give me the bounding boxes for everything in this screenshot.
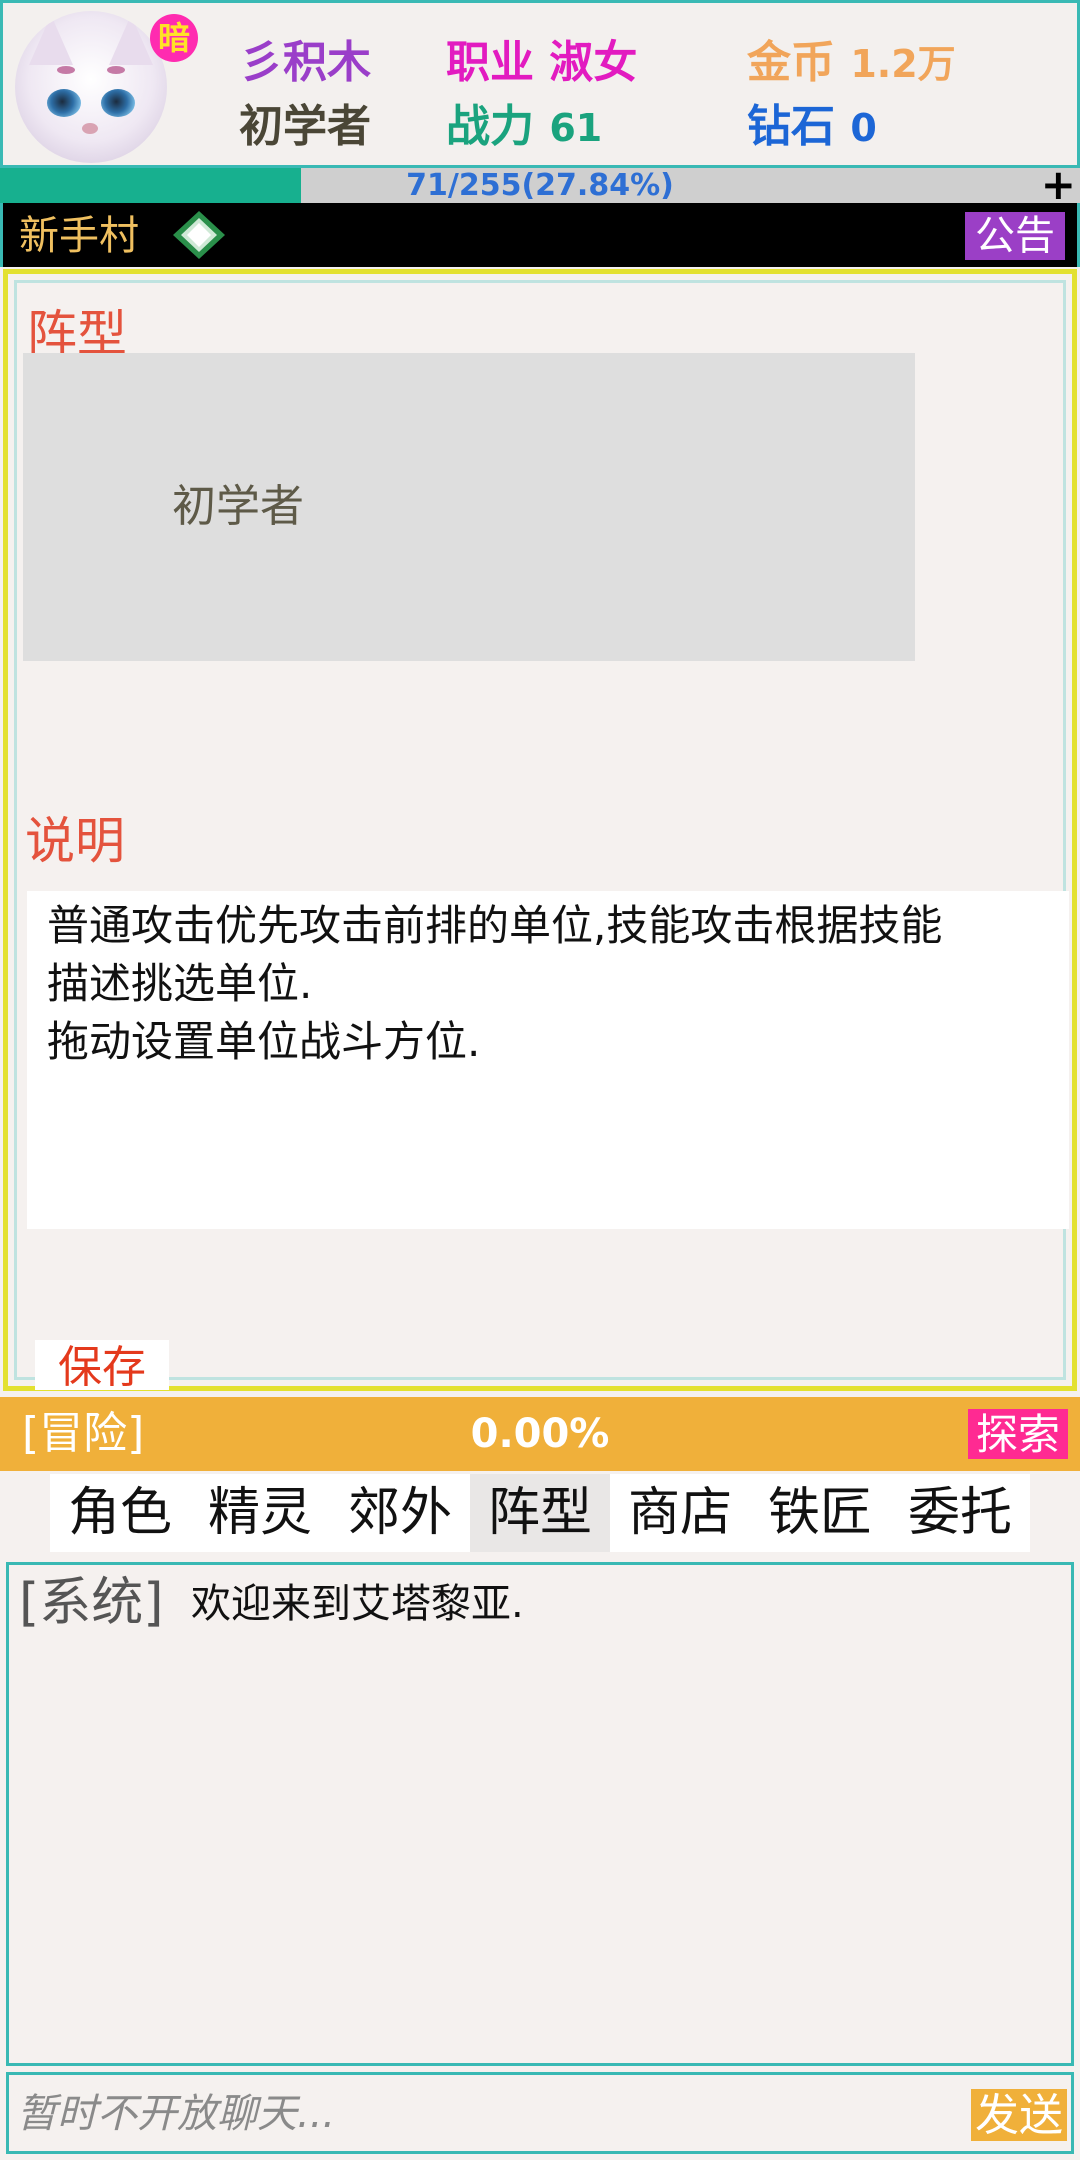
formation-slot-3-1[interactable] xyxy=(405,533,915,601)
formation-panel: 阵型 初学者 说明 普通攻击优先攻击前排的单位,技能攻击根据技能 描述挑选单位.… xyxy=(3,269,1077,1393)
white-cat-avatar-image xyxy=(15,11,167,163)
coins-label: 金币 xyxy=(747,37,835,88)
location-bar: 新手村 公告 xyxy=(0,203,1080,267)
formation-slot-0-1[interactable] xyxy=(405,353,915,421)
diamonds-info: 钻石 0 xyxy=(747,101,877,154)
description-line: 描述挑选单位. xyxy=(47,959,313,1008)
player-name: 彡积木 xyxy=(239,37,371,88)
cat-eye-right xyxy=(101,89,135,117)
cat-ear-left xyxy=(29,15,73,65)
chat-log[interactable]: [系统] 欢迎来到艾塔黎亚. xyxy=(6,1562,1074,2066)
chat-message: 欢迎来到艾塔黎亚. xyxy=(191,1581,524,1627)
power-value: 61 xyxy=(549,106,603,150)
avatar[interactable]: 暗 xyxy=(15,11,198,163)
cat-mark-left xyxy=(57,66,75,74)
exp-bar: 71/255(27.84%) + xyxy=(0,164,1080,206)
panel-inner-frame: 阵型 初学者 说明 普通攻击优先攻击前排的单位,技能攻击根据技能 描述挑选单位.… xyxy=(14,280,1069,1393)
diamonds-value: 0 xyxy=(850,106,877,150)
chat-input-bar: 发送 xyxy=(6,2072,1074,2154)
exp-text: 71/255(27.84%) xyxy=(406,168,674,203)
tab-3[interactable]: 阵型 xyxy=(470,1474,610,1552)
adventure-bar: [冒险] 0.00% 探索 xyxy=(0,1397,1080,1471)
tab-4[interactable]: 商店 xyxy=(610,1474,750,1552)
player-title: 初学者 xyxy=(239,101,371,152)
formation-slot-2-1[interactable] xyxy=(405,473,915,541)
tab-5[interactable]: 铁匠 xyxy=(750,1474,890,1552)
formation-slot-1-1[interactable] xyxy=(405,413,915,481)
adventure-progress: 0.00% xyxy=(470,1411,610,1457)
diamond-gem-icon[interactable] xyxy=(171,209,227,261)
job-info: 职业 淑女 xyxy=(446,37,637,89)
location-name[interactable]: 新手村 xyxy=(19,213,139,259)
notice-button[interactable]: 公告 xyxy=(965,212,1065,260)
tab-1[interactable]: 精灵 xyxy=(190,1474,330,1552)
chat-input[interactable] xyxy=(15,2081,959,2147)
job-value: 淑女 xyxy=(549,37,638,88)
tab-0[interactable]: 角色 xyxy=(50,1474,190,1552)
tab-2[interactable]: 郊外 xyxy=(330,1474,470,1552)
description-line: 普通攻击优先攻击前排的单位,技能攻击根据技能 xyxy=(47,901,943,950)
coins-value: 1.2万 xyxy=(850,42,956,86)
cat-ear-right xyxy=(109,15,153,65)
job-label: 职业 xyxy=(446,37,534,88)
formation-slot-4-1[interactable] xyxy=(405,593,915,661)
cat-eye-left xyxy=(47,89,81,117)
tab-6[interactable]: 委托 xyxy=(890,1474,1030,1552)
cat-nose xyxy=(82,123,98,134)
exp-plus-button[interactable]: + xyxy=(1041,164,1076,206)
power-label: 战力 xyxy=(446,101,534,152)
description-title: 说明 xyxy=(25,812,125,870)
system-tag: [系统] xyxy=(19,1573,164,1633)
explore-button[interactable]: 探索 xyxy=(968,1409,1068,1459)
bottom-tab-bar: 角色 精灵 郊外 阵型 商店 铁匠 委托 xyxy=(50,1474,1030,1552)
power-info: 战力 61 xyxy=(446,101,602,154)
save-button[interactable]: 保存 xyxy=(35,1340,169,1393)
cat-mark-right xyxy=(107,66,125,74)
description-box: 普通攻击优先攻击前排的单位,技能攻击根据技能 描述挑选单位. 拖动设置单位战斗方… xyxy=(27,891,1069,1229)
player-header: 暗 彡积木 初学者 职业 淑女 战力 61 金币 1.2万 钻石 0 xyxy=(0,0,1080,168)
diamonds-label: 钻石 xyxy=(747,101,835,152)
coins-info: 金币 1.2万 xyxy=(747,37,956,90)
send-button[interactable]: 发送 xyxy=(971,2089,1067,2141)
description-line: 拖动设置单位战斗方位. xyxy=(47,1017,481,1066)
element-badge: 暗 xyxy=(150,14,198,62)
